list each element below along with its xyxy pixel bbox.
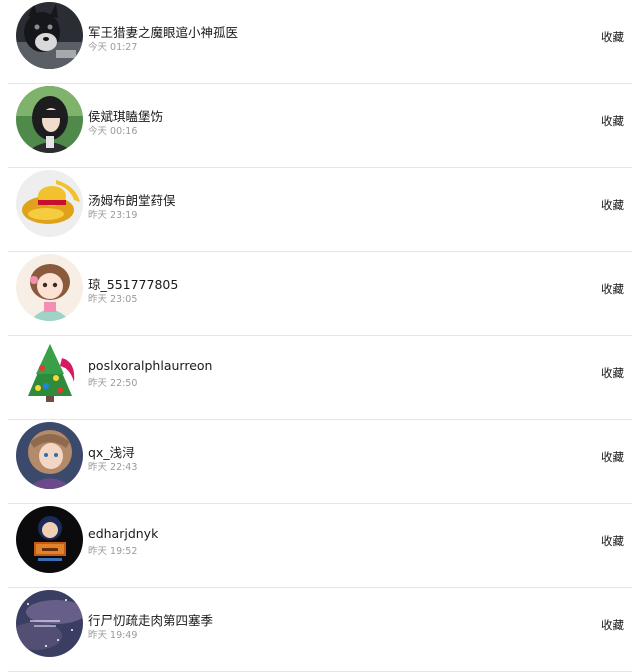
favorite-button[interactable]: 收藏 [601, 197, 624, 213]
post-time: 昨天 23:19 [88, 210, 138, 221]
wolf-avatar-icon[interactable] [16, 2, 83, 69]
night-sky-avatar-icon[interactable] [16, 590, 83, 657]
favorite-button[interactable]: 收藏 [601, 281, 624, 297]
post-time: 昨天 19:52 [88, 546, 138, 557]
post-title[interactable]: edharjdnyk [88, 526, 158, 541]
post-time: 昨天 22:43 [88, 462, 138, 473]
anime-girl-avatar-icon[interactable] [16, 254, 83, 321]
christmas-tree-avatar-icon[interactable] [16, 338, 83, 405]
list-item[interactable]: poslxoralphlaurreon 昨天 22:50 收藏 [0, 336, 640, 420]
list-item[interactable]: 侯斌琪瞌堡饬 今天 00:16 收藏 [0, 84, 640, 168]
detective-avatar-icon[interactable] [16, 506, 83, 573]
post-time: 今天 01:27 [88, 42, 138, 53]
list-item[interactable]: 行尸忉疏走肉第四塞季 昨天 19:49 收藏 [0, 588, 640, 672]
favorite-button[interactable]: 收藏 [601, 29, 624, 45]
favorite-button[interactable]: 收藏 [601, 365, 624, 381]
list-item[interactable]: 汤姆布朗堂荮俣 昨天 23:19 收藏 [0, 168, 640, 252]
favorite-button[interactable]: 收藏 [601, 449, 624, 465]
favorite-button[interactable]: 收藏 [601, 533, 624, 549]
post-title[interactable]: poslxoralphlaurreon [88, 358, 212, 373]
list-item[interactable]: edharjdnyk 昨天 19:52 收藏 [0, 504, 640, 588]
anime-character-avatar-icon[interactable] [16, 422, 83, 489]
post-time: 昨天 19:49 [88, 630, 138, 641]
person-green-avatar-icon[interactable] [16, 86, 83, 153]
favorite-button[interactable]: 收藏 [601, 113, 624, 129]
list-item[interactable]: qx_浅浔 昨天 22:43 收藏 [0, 420, 640, 504]
post-list: 军王猎妻之魔眼逭小神孤医 今天 01:27 收藏 侯斌琪瞌堡饬 今天 00:16… [0, 0, 640, 672]
list-item[interactable]: 琼_551777805 昨天 23:05 收藏 [0, 252, 640, 336]
favorite-button[interactable]: 收藏 [601, 617, 624, 633]
post-time: 昨天 23:05 [88, 294, 138, 305]
yellow-hat-avatar-icon[interactable] [16, 170, 83, 237]
list-item[interactable]: 军王猎妻之魔眼逭小神孤医 今天 01:27 收藏 [0, 0, 640, 84]
post-time: 今天 00:16 [88, 126, 138, 137]
post-time: 昨天 22:50 [88, 378, 138, 389]
